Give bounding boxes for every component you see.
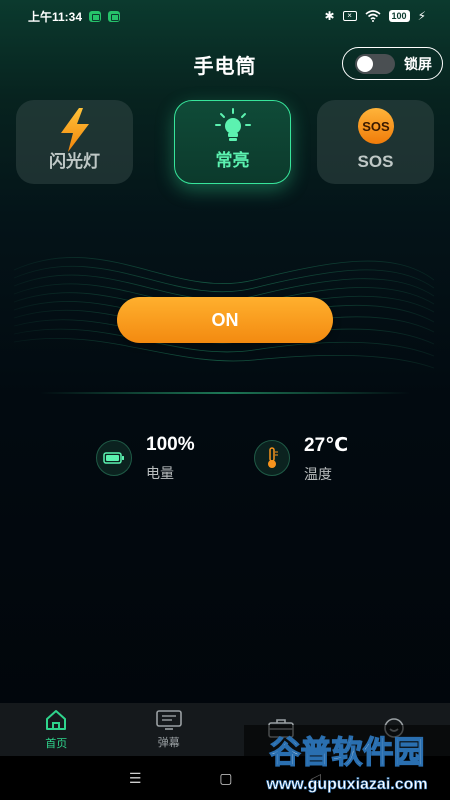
power-on-button[interactable]: ON: [117, 297, 333, 343]
lightning-icon: [60, 108, 89, 152]
status-battery-icon: 100: [388, 10, 410, 22]
notification-app-icon: [108, 10, 121, 22]
bulb-icon: [214, 108, 251, 141]
mode-flash-card[interactable]: 闪光灯: [16, 100, 133, 184]
barrage-icon: [155, 709, 182, 730]
wifi-icon: [365, 10, 381, 22]
temperature-label: 温度: [304, 466, 332, 482]
battery-stat-text: 100% 电量: [146, 434, 195, 483]
battery-stat: 100% 电量: [96, 434, 195, 483]
lock-screen-toggle[interactable]: 锁屏: [342, 47, 443, 80]
nav-label: 首页: [45, 737, 68, 750]
watermark-title: 谷普软件园: [270, 735, 425, 771]
watermark-url: www.gupuxiazai.com: [265, 776, 427, 793]
status-icons: ✱ × 100 ⚡: [324, 9, 426, 23]
menu-icon[interactable]: ☰: [129, 770, 142, 787]
sim-off-icon: ×: [342, 11, 357, 21]
mode-label: 常亮: [215, 151, 250, 170]
nav-item-home[interactable]: 首页: [0, 703, 113, 756]
battery-icon: [96, 440, 132, 476]
battery-label: 电量: [146, 465, 174, 481]
mode-label: SOS: [357, 152, 394, 171]
mode-steady-card[interactable]: 常亮: [174, 100, 291, 184]
temperature-value: 27℃: [304, 435, 349, 456]
sos-icon-text: SOS: [362, 119, 390, 134]
status-bar: 上午11:34 ✱ × 100 ⚡: [0, 0, 450, 32]
nav-item-barrage[interactable]: 弹幕: [113, 703, 226, 756]
home-square-icon[interactable]: ▢: [219, 770, 232, 787]
watermark-logo: 谷普软件园 www.gupuxiazai.com: [244, 725, 450, 800]
toggle-switch[interactable]: [355, 53, 395, 74]
toggle-knob: [357, 55, 373, 72]
mode-sos-card[interactable]: SOS SOS: [317, 100, 434, 184]
home-icon: [46, 709, 67, 730]
glow-divider: [40, 392, 410, 394]
temperature-stat: 27℃ 温度: [254, 434, 348, 484]
bluetooth-icon: ✱: [324, 9, 335, 23]
thermometer-icon: [254, 440, 290, 476]
temperature-stat-text: 27℃ 温度: [304, 434, 348, 484]
lock-screen-label: 锁屏: [404, 55, 432, 72]
notification-app-icon: [89, 10, 102, 22]
flashlight-screen: 上午11:34 ✱ × 100 ⚡ 手电筒 锁屏 闪光灯 常亮 SOS SOS …: [0, 0, 450, 800]
sos-icon: SOS: [357, 108, 394, 144]
nav-label: 弹幕: [157, 736, 180, 749]
charging-icon: ⚡: [417, 9, 426, 23]
status-time: 上午11:34: [28, 9, 83, 24]
battery-value: 100%: [146, 434, 195, 455]
